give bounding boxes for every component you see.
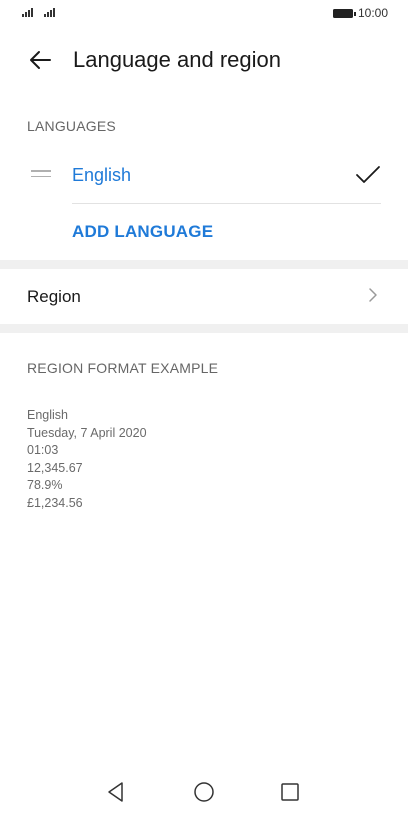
example-number: 12,345.67 xyxy=(27,460,83,475)
region-label: Region xyxy=(27,287,81,306)
nav-home-button[interactable] xyxy=(191,779,217,805)
section-divider xyxy=(0,324,408,333)
app-header: Language and region xyxy=(0,40,408,80)
region-format-example: English Tuesday, 7 April 2020 01:03 12,3… xyxy=(27,407,147,513)
nav-back-button[interactable] xyxy=(103,779,129,805)
back-button[interactable] xyxy=(24,46,56,74)
languages-section-label: LANGUAGES xyxy=(27,118,116,134)
section-divider xyxy=(0,260,408,269)
example-language: English xyxy=(27,408,68,422)
recents-square-icon xyxy=(281,783,299,801)
signal-icon xyxy=(22,7,33,17)
add-language-button[interactable]: ADD LANGUAGE xyxy=(72,222,213,242)
nav-recents-button[interactable] xyxy=(277,779,303,805)
divider xyxy=(72,203,381,204)
drag-handle-icon[interactable] xyxy=(31,170,51,180)
region-row[interactable]: Region xyxy=(0,269,408,324)
home-circle-icon xyxy=(194,782,214,802)
status-time: 10:00 xyxy=(358,6,389,20)
back-arrow-icon xyxy=(30,51,51,69)
page-title: Language and region xyxy=(73,47,281,72)
check-icon xyxy=(356,166,380,183)
example-time: 01:03 xyxy=(27,443,59,458)
chevron-right-icon xyxy=(369,288,377,302)
back-triangle-icon xyxy=(108,782,123,802)
battery-icon xyxy=(333,9,356,18)
example-percent: 78.9% xyxy=(27,478,63,493)
region-format-section-label: REGION FORMAT EXAMPLE xyxy=(27,360,219,376)
example-currency: £1,234.56 xyxy=(27,495,83,510)
status-bar: 10:00 xyxy=(0,0,408,28)
language-label: English xyxy=(72,165,132,185)
example-date: Tuesday, 7 April 2020 xyxy=(27,425,147,440)
language-item-english[interactable]: English xyxy=(0,148,408,202)
signal-icon xyxy=(44,7,55,17)
navigation-bar xyxy=(0,775,408,809)
